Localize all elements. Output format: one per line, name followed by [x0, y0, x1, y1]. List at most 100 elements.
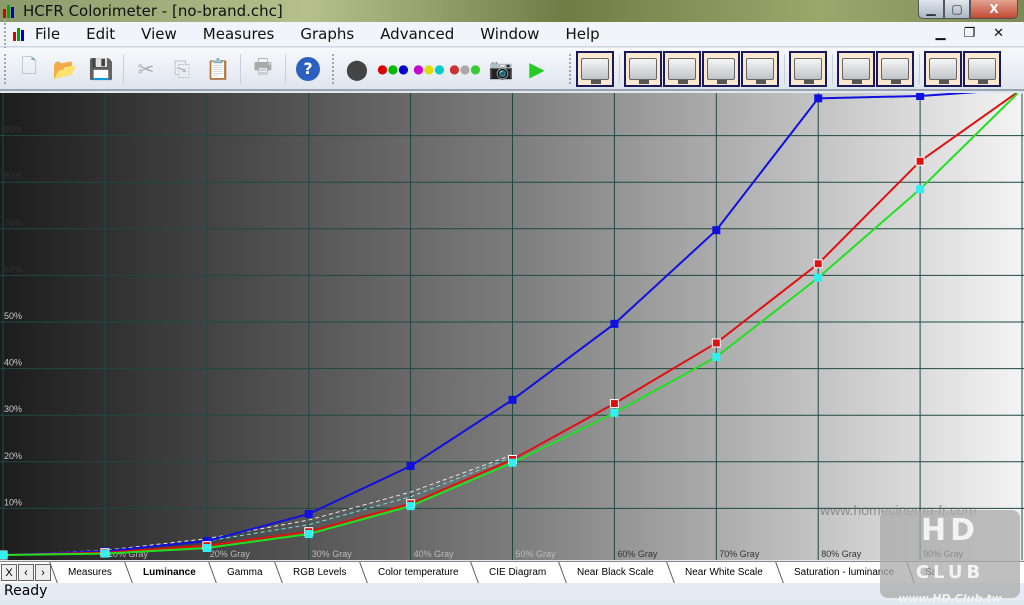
- toolbar-grip[interactable]: [332, 53, 335, 84]
- y-tick-label: 50%: [4, 311, 22, 321]
- data-point-red: [813, 259, 823, 269]
- x-tick-label: 40% Gray: [414, 549, 455, 559]
- data-point-green: [814, 273, 823, 282]
- color-temperature-view-button[interactable]: [741, 50, 779, 87]
- luminance-chart: 10%20%30%40%50%60%70%80%90%10% Gray 20% G…: [0, 93, 1024, 560]
- mdi-restore-button[interactable]: ❐: [963, 26, 975, 41]
- tab-cie-diagram[interactable]: CIE Diagram: [470, 562, 565, 583]
- window-title: HCFR Colorimeter - [no-brand.chc]: [23, 2, 283, 20]
- status-text: Ready: [4, 583, 48, 599]
- y-tick-label: 60%: [4, 264, 22, 274]
- near-white-view-button[interactable]: [876, 50, 914, 87]
- data-point-green: [202, 544, 211, 553]
- camera-icon[interactable]: 📷: [486, 54, 516, 84]
- x-tick-label: 70% Gray: [719, 549, 760, 559]
- save-icon[interactable]: 💾: [86, 54, 116, 84]
- open-folder-icon[interactable]: 📂: [50, 54, 80, 84]
- y-tick-label: 10%: [4, 497, 22, 507]
- saturation-view-button[interactable]: [924, 50, 962, 87]
- copy-icon[interactable]: ⎘: [167, 54, 197, 84]
- tab-near-white-scale[interactable]: Near White Scale: [666, 562, 781, 583]
- data-point-blue: [712, 226, 721, 235]
- x-tick-label: 50% Gray: [516, 549, 557, 559]
- tab-luminance[interactable]: Luminance: [124, 562, 214, 583]
- tab-measures[interactable]: Measures: [49, 562, 130, 583]
- menu-view[interactable]: View: [141, 25, 177, 43]
- view-tabs: X ‹ › Measures Luminance Gamma RGB Level…: [0, 561, 1024, 583]
- tab-gamma[interactable]: Gamma: [207, 562, 281, 583]
- data-point-red: [711, 338, 721, 348]
- mdi-close-button[interactable]: ✕: [993, 26, 1004, 41]
- y-tick-label: 90%: [4, 125, 22, 135]
- y-tick-label: 20%: [4, 451, 22, 461]
- gamma-view-button[interactable]: [663, 50, 701, 87]
- menu-window[interactable]: Window: [480, 25, 539, 43]
- separator: [123, 53, 124, 84]
- menu-file[interactable]: File: [35, 25, 60, 43]
- document-icon[interactable]: [13, 27, 27, 41]
- cut-icon[interactable]: ✂: [131, 54, 161, 84]
- status-bar: Ready: [0, 583, 1024, 600]
- separator: [240, 53, 241, 84]
- y-tick-label: 30%: [4, 404, 22, 414]
- primary-colors-icon[interactable]: ● ● ●: [377, 54, 408, 84]
- gray-scale-measure-icon[interactable]: ⬤: [342, 54, 372, 84]
- cie-diagram-view-button[interactable]: [789, 50, 827, 87]
- menu-help[interactable]: Help: [565, 25, 599, 43]
- menu-advanced[interactable]: Advanced: [380, 25, 454, 43]
- menu-grip[interactable]: [4, 19, 7, 49]
- menu-measures[interactable]: Measures: [203, 25, 275, 43]
- data-point-green: [0, 551, 7, 559]
- close-button[interactable]: X: [970, 0, 1018, 19]
- mdi-minimize-button[interactable]: ▁: [935, 26, 945, 41]
- all-colors-icon[interactable]: ● ● ●: [449, 54, 480, 84]
- paste-icon[interactable]: 📋: [203, 54, 233, 84]
- data-point-blue: [508, 395, 517, 404]
- data-point-red: [915, 156, 925, 166]
- data-point-green: [610, 408, 619, 417]
- data-point-blue: [814, 94, 823, 103]
- data-point-green: [304, 530, 313, 539]
- print-icon[interactable]: 🖶: [248, 54, 278, 84]
- new-file-icon[interactable]: 🗋: [14, 54, 44, 84]
- x-tick-label: 60% Gray: [617, 549, 658, 559]
- maximize-button[interactable]: ▢: [944, 0, 970, 19]
- y-tick-label: 70%: [4, 218, 22, 228]
- x-tick-label: 20% Gray: [210, 549, 251, 559]
- data-point-blue: [304, 509, 313, 518]
- tab-scroll-right[interactable]: ›: [35, 564, 51, 581]
- toolbar-grip[interactable]: [4, 53, 7, 84]
- near-black-view-button[interactable]: [837, 50, 875, 87]
- close-tab-button[interactable]: X: [1, 564, 17, 581]
- app-logo-icon: [3, 4, 17, 18]
- saturation-shift-view-button[interactable]: [963, 50, 1001, 87]
- y-tick-label: 40%: [4, 358, 22, 368]
- play-icon[interactable]: ▶: [522, 54, 552, 84]
- measures-view-button[interactable]: [576, 50, 614, 87]
- data-point-green: [406, 502, 415, 511]
- tab-color-temperature[interactable]: Color temperature: [358, 562, 477, 583]
- help-icon[interactable]: ?: [293, 54, 323, 84]
- x-tick-label: 30% Gray: [312, 549, 353, 559]
- tab-scroll-left[interactable]: ‹: [18, 564, 34, 581]
- menu-graphs[interactable]: Graphs: [300, 25, 354, 43]
- tab-rgb-levels[interactable]: RGB Levels: [274, 562, 365, 583]
- data-point-blue: [406, 461, 415, 470]
- data-point-blue: [610, 319, 619, 328]
- title-bar: HCFR Colorimeter - [no-brand.chc] ▁ ▢ X: [0, 0, 1024, 22]
- secondary-colors-icon[interactable]: ● ● ●: [413, 54, 444, 84]
- data-point-green: [712, 352, 721, 361]
- data-point-red: [609, 399, 619, 409]
- data-point-green: [508, 458, 517, 467]
- menu-bar: File Edit View Measures Graphs Advanced …: [0, 19, 1024, 49]
- menu-edit[interactable]: Edit: [86, 25, 115, 43]
- hd-club-logo: HD CLUB www.HD.Club.tw: [880, 510, 1020, 605]
- rgb-levels-view-button[interactable]: [702, 50, 740, 87]
- luminance-view-button[interactable]: [624, 50, 662, 87]
- toolbar-grip[interactable]: [569, 53, 572, 84]
- tab-near-black-scale[interactable]: Near Black Scale: [558, 562, 672, 583]
- minimize-button[interactable]: ▁: [918, 0, 944, 19]
- data-point-green: [100, 549, 109, 558]
- toolbar: 🗋 📂 💾 ✂ ⎘ 📋 🖶 ? ⬤ ● ● ● ● ● ● ● ● ● 📷 ▶: [0, 48, 1024, 91]
- x-tick-label: 80% Gray: [821, 549, 862, 559]
